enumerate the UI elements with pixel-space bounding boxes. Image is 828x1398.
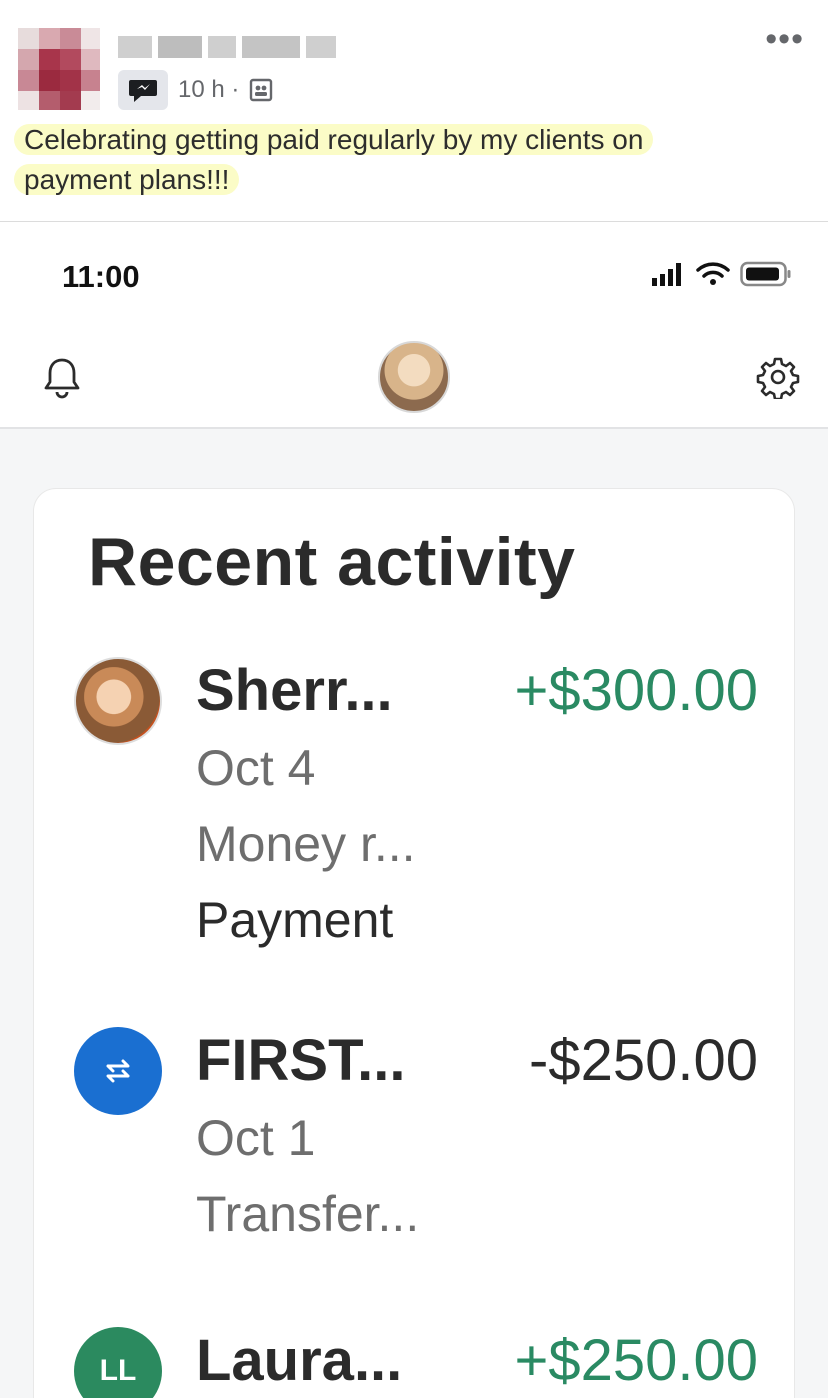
gear-icon[interactable]	[756, 355, 800, 399]
activity-amount: +$250.00	[514, 1328, 758, 1393]
group-audience-icon	[250, 78, 273, 102]
wifi-icon	[696, 262, 730, 285]
blurred-author-name[interactable]	[118, 34, 336, 60]
activity-date: Oct 1	[196, 1110, 316, 1166]
post-text-line-1: Celebrating getting paid regularly by my…	[14, 124, 654, 155]
battery-icon	[740, 261, 791, 287]
messenger-badge-icon	[118, 70, 168, 110]
status-bar: 11:00	[0, 223, 828, 327]
bell-icon[interactable]	[40, 355, 84, 399]
activity-name: FIRST...	[196, 1028, 406, 1093]
pixelated-profile-avatar[interactable]	[18, 28, 100, 110]
activity-type: Payment	[196, 892, 394, 948]
post-time[interactable]: 10 h ·	[178, 76, 239, 104]
recent-activity-title: Recent activity	[88, 524, 576, 600]
activity-name: Sherr...	[196, 658, 393, 723]
signal-icon	[652, 263, 681, 286]
activity-item[interactable]: LL Laura... +$250.00	[34, 1327, 794, 1398]
more-options-icon[interactable]: •••	[765, 22, 804, 56]
activity-amount: -$250.00	[529, 1028, 758, 1093]
activity-item[interactable]: FIRST... -$250.00 Oct 1 Transfer...	[34, 1027, 794, 1277]
phone-screenshot: 11:00 Recent activity Sherr... +$300.00 …	[0, 223, 828, 1398]
status-time: 11:00	[62, 259, 140, 294]
post-meta: 10 h ·	[118, 70, 273, 110]
transfer-icon	[74, 1027, 162, 1115]
post-text: Celebrating getting paid regularly by my…	[14, 120, 774, 200]
facebook-post: 10 h · ••• Celebrating getting paid regu…	[0, 0, 828, 222]
status-icons	[652, 261, 792, 287]
payer-photo-avatar	[74, 657, 162, 745]
activity-date: Oct 4	[196, 740, 316, 796]
activity-name: Laura...	[196, 1328, 403, 1393]
profile-avatar[interactable]	[378, 341, 450, 413]
recent-activity-card: Recent activity Sherr... +$300.00 Oct 4 …	[34, 489, 794, 1398]
activity-note: Money r...	[196, 816, 416, 872]
activity-note: Transfer...	[196, 1186, 420, 1242]
activity-amount: +$300.00	[514, 658, 758, 723]
app-top-nav	[0, 327, 828, 429]
post-text-line-2: payment plans!!!	[14, 164, 240, 195]
initials-avatar: LL	[74, 1327, 162, 1398]
activity-item[interactable]: Sherr... +$300.00 Oct 4 Money r... Payme…	[34, 657, 794, 987]
